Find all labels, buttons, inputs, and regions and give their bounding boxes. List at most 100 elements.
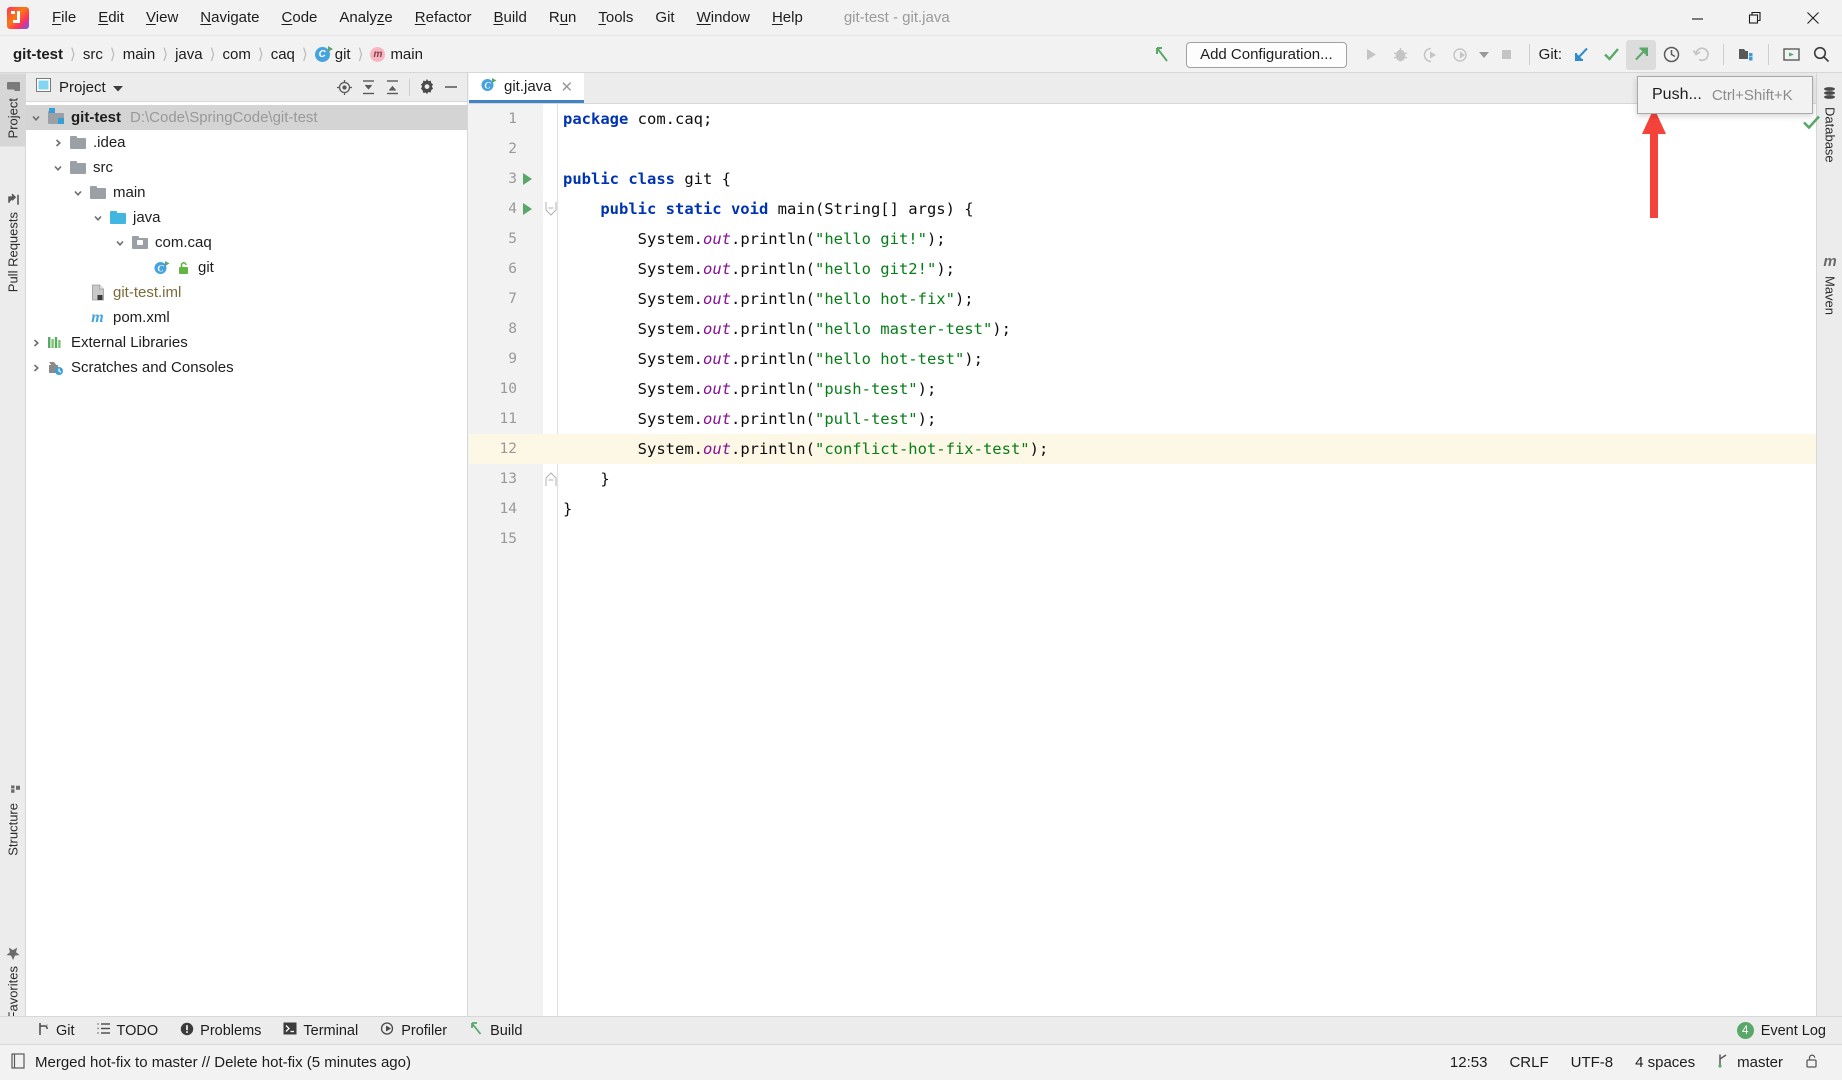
breadcrumb-item-src[interactable]: src <box>80 44 106 65</box>
menu-code[interactable]: Code <box>271 5 329 31</box>
debug-icon <box>1393 48 1408 62</box>
tree-item-git-test-iml[interactable]: git-test.iml <box>26 280 467 305</box>
bottom-tab-problems[interactable]: Problems <box>169 1017 272 1045</box>
git-rollback-button[interactable] <box>1686 40 1716 70</box>
project-structure-button[interactable] <box>1731 40 1761 70</box>
status-branch[interactable]: master <box>1706 1050 1794 1076</box>
breadcrumb-item-main[interactable]: main <box>120 44 159 65</box>
bottom-tab-todo[interactable]: TODO <box>86 1017 170 1045</box>
line-number: 4 <box>508 201 517 217</box>
chevron-down-icon[interactable] <box>68 188 88 198</box>
tree-item-main[interactable]: main <box>26 180 467 205</box>
search-everywhere-button[interactable] <box>1806 40 1836 70</box>
settings-button[interactable] <box>415 75 439 99</box>
minimize-button[interactable] <box>1668 0 1726 36</box>
status-encoding[interactable]: UTF-8 <box>1560 1050 1625 1076</box>
stop-button[interactable] <box>1492 40 1522 70</box>
git-update-project-button[interactable] <box>1566 40 1596 70</box>
chevron-down-icon[interactable] <box>88 213 108 223</box>
sidebar-item-project[interactable]: Project <box>0 73 26 147</box>
run-options-dropdown[interactable] <box>1476 40 1492 70</box>
status-lock[interactable] <box>1794 1050 1830 1076</box>
collapse-all-button[interactable] <box>380 75 404 99</box>
sidebar-item-structure[interactable]: Structure <box>0 776 26 864</box>
code-line: 2 <box>469 134 1816 164</box>
expand-all-button[interactable] <box>356 75 380 99</box>
chevron-right-icon[interactable] <box>48 138 68 148</box>
chevron-down-icon[interactable] <box>26 113 46 123</box>
menu-file[interactable]: File <box>41 5 87 31</box>
hide-panel-button[interactable] <box>439 75 463 99</box>
chevron-right-icon[interactable] <box>26 363 46 373</box>
add-configuration-button[interactable]: Add Configuration... <box>1186 41 1347 68</box>
menu-git[interactable]: Git <box>644 5 685 31</box>
breadcrumb-item-java[interactable]: java <box>172 44 206 65</box>
bottom-tab-terminal[interactable]: Terminal <box>272 1017 369 1045</box>
status-message[interactable]: Merged hot-fix to master // Delete hot-f… <box>0 1052 411 1073</box>
git-history-button[interactable] <box>1656 40 1686 70</box>
line-content: System.out.println("hello git!"); <box>563 230 946 248</box>
close-icon <box>1807 12 1819 24</box>
profile-button[interactable] <box>1446 40 1476 70</box>
editor-tab-git-java[interactable]: C git.java ✕ <box>469 73 585 103</box>
breadcrumb-item-git-test[interactable]: git-test <box>10 44 66 65</box>
run-gutter-icon[interactable] <box>523 203 532 215</box>
breadcrumb-item-com[interactable]: com <box>219 44 253 65</box>
run-button[interactable] <box>1356 40 1386 70</box>
tree-item-idea[interactable]: .idea <box>26 130 467 155</box>
sidebar-item-favorites[interactable]: Favorites <box>0 938 26 1027</box>
tree-item-src[interactable]: src <box>26 155 467 180</box>
close-button[interactable] <box>1784 0 1842 36</box>
tree-item-scratches-and-consoles[interactable]: Scratches and Consoles <box>26 355 467 380</box>
fold-close-icon[interactable] <box>545 472 557 486</box>
select-in-button[interactable] <box>1776 40 1806 70</box>
sidebar-item-label: Project <box>5 98 21 139</box>
debug-button[interactable] <box>1386 40 1416 70</box>
breadcrumb-item-caq[interactable]: caq <box>268 44 298 65</box>
fold-open-icon[interactable] <box>545 202 557 216</box>
tree-item-external-libraries[interactable]: External Libraries <box>26 330 467 355</box>
bottom-tab-git[interactable]: Git <box>26 1017 86 1045</box>
menu-analyze[interactable]: Analyze <box>328 5 403 31</box>
close-icon[interactable]: ✕ <box>559 78 576 96</box>
run-with-coverage-button[interactable] <box>1416 40 1446 70</box>
tree-item-git-class[interactable]: C git <box>26 255 467 280</box>
breadcrumb-label: git <box>334 45 351 63</box>
tree-item-java[interactable]: java <box>26 205 467 230</box>
line-number: 13 <box>499 471 517 487</box>
breadcrumb-item-git[interactable]: C git <box>312 44 354 65</box>
status-indent[interactable]: 4 spaces <box>1624 1050 1706 1076</box>
menu-build[interactable]: Build <box>482 5 537 31</box>
chevron-down-icon[interactable] <box>112 79 123 96</box>
run-gutter-icon[interactable] <box>523 173 532 185</box>
bottom-tab-build[interactable]: Build <box>458 1017 533 1045</box>
status-time[interactable]: 12:53 <box>1439 1050 1499 1076</box>
chevron-down-icon[interactable] <box>48 163 68 173</box>
sidebar-item-maven[interactable]: m Maven <box>1817 245 1842 323</box>
menu-refactor[interactable]: Refactor <box>404 5 483 31</box>
chevron-right-icon[interactable] <box>26 338 46 348</box>
event-log-button[interactable]: 4 Event Log <box>1736 1022 1842 1039</box>
line-content: } <box>563 470 610 488</box>
tree-item-com-caq[interactable]: com.caq <box>26 230 467 255</box>
menu-window[interactable]: Window <box>686 5 761 31</box>
menu-help[interactable]: Help <box>761 5 814 31</box>
menu-edit[interactable]: Edit <box>87 5 135 31</box>
tree-item-git-test[interactable]: git-test D:\Code\SpringCode\git-test <box>26 105 467 130</box>
menu-view[interactable]: View <box>135 5 189 31</box>
git-commit-button[interactable] <box>1596 40 1626 70</box>
status-line-separator[interactable]: CRLF <box>1498 1050 1559 1076</box>
menu-run[interactable]: Run <box>538 5 588 31</box>
git-push-button[interactable] <box>1626 39 1656 70</box>
restore-button[interactable] <box>1726 0 1784 36</box>
sidebar-item-pull-requests[interactable]: Pull Requests <box>0 185 26 300</box>
code-editor[interactable]: 1 package com.caq; 2 3 public class git … <box>469 104 1816 1036</box>
back-button[interactable] <box>1147 40 1177 70</box>
chevron-down-icon[interactable] <box>110 238 130 248</box>
bottom-tab-profiler[interactable]: Profiler <box>369 1017 458 1045</box>
tree-item-pom-xml[interactable]: m pom.xml <box>26 305 467 330</box>
locate-button[interactable] <box>332 75 356 99</box>
menu-tools[interactable]: Tools <box>587 5 644 31</box>
breadcrumb-item-main-method[interactable]: m main <box>367 44 426 65</box>
menu-navigate[interactable]: Navigate <box>189 5 270 31</box>
